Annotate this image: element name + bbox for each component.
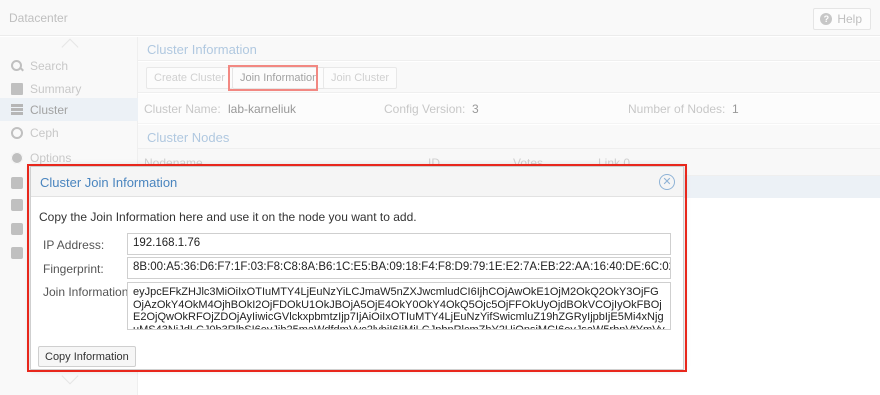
fingerprint-field[interactable]: 8B:00:A5:36:D6:F7:1F:03:F8:C8:8A:B6:1C:E… [127,257,671,279]
join-information-textarea[interactable]: eyJpcEFkZHJlc3MiOiIxOTIuMTY4LjEuNzYiLCJm… [127,282,671,330]
copy-information-button[interactable]: Copy Information [38,346,136,367]
join-information-dialog: Cluster Join Information ✕ Copy the Join… [30,166,684,370]
close-icon[interactable]: ✕ [659,174,675,190]
ip-address-label: IP Address: [43,238,105,252]
fingerprint-label: Fingerprint: [43,262,104,276]
join-information-label: Join Information: [43,285,132,299]
dialog-description: Copy the Join Information here and use i… [39,210,417,224]
dialog-title: Cluster Join Information [40,175,178,190]
dialog-header: Cluster Join Information ✕ [31,167,683,197]
ip-address-field[interactable]: 192.168.1.76 [127,233,671,255]
